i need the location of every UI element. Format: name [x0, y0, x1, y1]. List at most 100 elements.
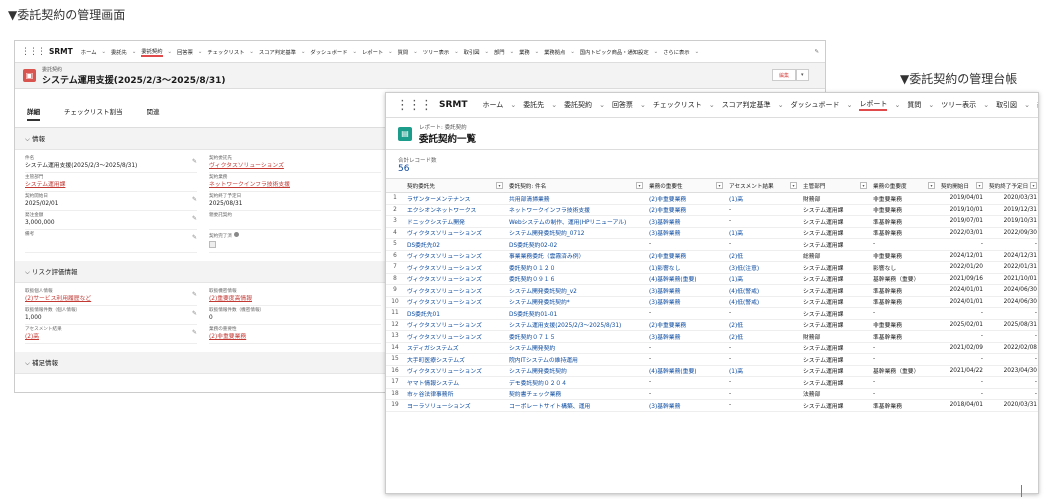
table-cell[interactable]: 契約書チェック業務: [506, 388, 646, 400]
table-cell[interactable]: (3)基幹業務: [646, 227, 726, 239]
field-value[interactable]: (2)重要度高情報: [209, 295, 381, 303]
table-cell[interactable]: ドニックシステム開発: [404, 215, 506, 228]
nav-item-0[interactable]: ホーム: [81, 48, 97, 56]
table-cell[interactable]: システム開発委託契約*: [506, 296, 646, 308]
table-cell[interactable]: ヨーラソリューションズ: [404, 399, 506, 412]
nav-item-6[interactable]: ダッシュボード: [791, 100, 840, 110]
column-menu-icon[interactable]: ▾: [976, 182, 983, 189]
chevron-down-icon[interactable]: ⌄: [847, 101, 853, 109]
table-cell[interactable]: ラザンターメンテナンス: [404, 192, 506, 205]
column-menu-icon[interactable]: ▾: [496, 182, 503, 189]
chevron-down-icon[interactable]: ⌄: [168, 49, 172, 55]
table-cell[interactable]: (2)非重要業務: [646, 192, 726, 205]
pencil-icon[interactable]: ✎: [192, 310, 197, 317]
table-cell[interactable]: DS委託契約02-02: [506, 238, 646, 251]
chevron-down-icon[interactable]: ⌄: [654, 49, 658, 55]
field-value[interactable]: (2)高: [25, 333, 197, 341]
nav-item-2[interactable]: 委託契約: [564, 100, 592, 110]
table-cell[interactable]: システム開発契約: [506, 342, 646, 354]
chevron-down-icon[interactable]: ⌄: [413, 49, 417, 55]
pencil-icon[interactable]: ✎: [192, 158, 197, 165]
table-cell[interactable]: (3)基幹業務: [646, 215, 726, 228]
app-launcher-icon[interactable]: ⋮⋮⋮: [396, 98, 433, 113]
chevron-down-icon[interactable]: ⌄: [928, 101, 934, 109]
table-cell[interactable]: ヴィクタスソリューションズ: [404, 296, 506, 308]
nav-item-13[interactable]: 業務拠点: [544, 48, 565, 56]
pencil-icon[interactable]: ✎: [192, 329, 197, 336]
chevron-down-icon[interactable]: ⌄: [535, 49, 539, 55]
field-value[interactable]: ヴィクタスソリューションズ: [209, 162, 381, 170]
table-cell[interactable]: (4)低(警戒): [726, 296, 800, 308]
nav-item-5[interactable]: スコア判定基準: [722, 100, 771, 110]
field-value[interactable]: (2)サービス利用履歴など: [25, 295, 197, 303]
column-header-6[interactable]: 業務の重要度 ▾: [870, 178, 938, 193]
nav-item-9[interactable]: ツリー表示: [941, 100, 976, 110]
table-cell[interactable]: (1)高: [726, 227, 800, 239]
nav-item-10[interactable]: 取引図: [464, 48, 480, 56]
nav-item-1[interactable]: 委託先: [111, 48, 127, 56]
table-cell[interactable]: ヴィクタスソリューションズ: [404, 284, 506, 297]
nav-item-4[interactable]: チェックリスト: [207, 48, 244, 56]
table-cell[interactable]: (4)基幹業務(重要): [646, 273, 726, 285]
nav-item-8[interactable]: 質問: [907, 100, 921, 110]
table-cell[interactable]: デモ委託契約０２０４: [506, 376, 646, 389]
chevron-down-icon[interactable]: ⌄: [695, 49, 699, 55]
column-menu-icon[interactable]: ▾: [928, 182, 935, 189]
table-cell[interactable]: (1)影響なし: [646, 261, 726, 274]
pencil-icon[interactable]: ✎: [192, 215, 197, 222]
nav-item-7[interactable]: レポート: [362, 48, 383, 56]
table-cell[interactable]: 共用部清掃業務: [506, 192, 646, 205]
chevron-down-icon[interactable]: ⌄: [709, 101, 715, 109]
chevron-down-icon[interactable]: ⌄: [551, 101, 557, 109]
chevron-down-icon[interactable]: ⌄: [249, 49, 253, 55]
nav-item-14[interactable]: 国内トピック商品・通知設定: [580, 48, 649, 56]
chevron-down-icon[interactable]: ⌄: [1024, 101, 1030, 109]
table-cell[interactable]: (2)低: [726, 319, 800, 331]
pencil-icon[interactable]: ✎: [192, 196, 197, 203]
column-header-5[interactable]: 主管部門 ▾: [800, 178, 870, 193]
table-cell[interactable]: システム運用支援(2025/2/3〜2025/8/31): [506, 319, 646, 331]
table-cell[interactable]: 大手町医療システムズ: [404, 353, 506, 366]
table-cell[interactable]: システム開発委託契約_v2: [506, 284, 646, 297]
table-cell[interactable]: ヴィクタスソリューションズ: [404, 261, 506, 274]
table-cell[interactable]: 院内ITシステムの維持運用: [506, 353, 646, 366]
table-cell[interactable]: (4)低(警戒): [726, 284, 800, 297]
table-cell[interactable]: (3)低(注意): [726, 261, 800, 274]
chevron-down-icon[interactable]: ⌄: [485, 49, 489, 55]
column-menu-icon[interactable]: ▾: [1030, 182, 1037, 189]
field-value[interactable]: (2)非重要業務: [209, 333, 381, 341]
pencil-icon[interactable]: ✎: [815, 49, 819, 55]
pencil-icon[interactable]: ✎: [192, 234, 197, 241]
chevron-down-icon[interactable]: ⌄: [198, 49, 202, 55]
table-cell[interactable]: 事業業務委託（雲霧済み例）: [506, 250, 646, 262]
nav-item-8[interactable]: 質問: [398, 48, 409, 56]
chevron-down-icon[interactable]: ⌄: [510, 49, 514, 55]
chevron-down-icon[interactable]: ⌄: [570, 49, 574, 55]
tab-0[interactable]: 詳細: [27, 106, 40, 121]
nav-item-15[interactable]: さらに表示: [663, 48, 690, 56]
column-header-3[interactable]: 業務の重要性 ▾: [646, 178, 726, 193]
table-cell[interactable]: エクシオンネットワークス: [404, 204, 506, 216]
chevron-down-icon[interactable]: ⌄: [640, 101, 646, 109]
nav-item-5[interactable]: スコア判定基準: [259, 48, 296, 56]
chevron-down-icon[interactable]: ⌄: [353, 49, 357, 55]
table-cell[interactable]: 委託契約０９１６: [506, 273, 646, 285]
tab-1[interactable]: チェックリスト割当: [64, 106, 123, 121]
table-cell[interactable]: DS委託契約01-01: [506, 307, 646, 320]
column-header-1[interactable]: 契約委託先 ▾: [404, 178, 506, 193]
table-cell[interactable]: コーポレートサイト構築、運用: [506, 399, 646, 412]
column-menu-icon[interactable]: ▾: [636, 182, 643, 189]
nav-item-4[interactable]: チェックリスト: [653, 100, 702, 110]
column-header-2[interactable]: 委託契約: 件名 ▾: [506, 178, 646, 193]
chevron-down-icon[interactable]: ⌄: [983, 101, 989, 109]
chevron-down-icon[interactable]: ⌄: [599, 101, 605, 109]
table-cell[interactable]: 委託契約０１２０: [506, 261, 646, 274]
column-header-4[interactable]: アセスメント結果 ▾: [726, 178, 800, 193]
nav-item-11[interactable]: 部門: [494, 48, 505, 56]
chevron-down-icon[interactable]: ⌄: [301, 49, 305, 55]
nav-item-9[interactable]: ツリー表示: [423, 48, 450, 56]
table-cell[interactable]: (3)基幹業務: [646, 399, 726, 412]
table-cell[interactable]: ヴィクタスソリューションズ: [404, 273, 506, 285]
table-cell[interactable]: (2)低: [726, 330, 800, 343]
app-launcher-icon[interactable]: ⋮⋮⋮: [21, 47, 46, 57]
